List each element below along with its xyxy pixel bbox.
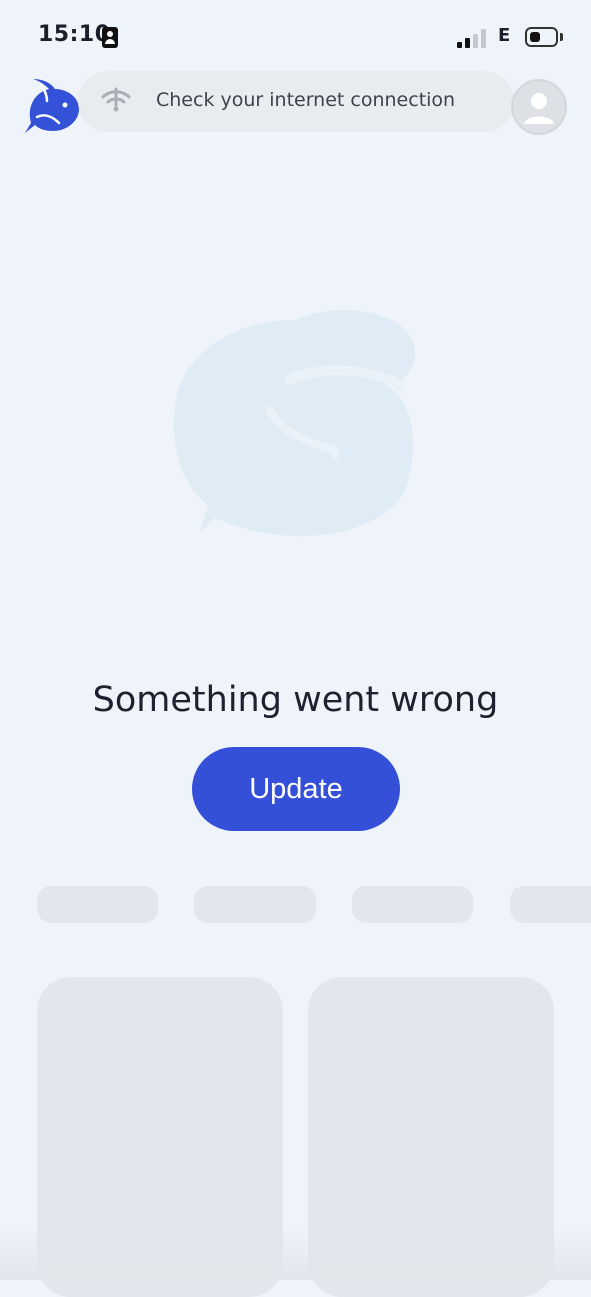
toast-message: Check your internet connection — [156, 89, 456, 111]
no-wifi-icon — [100, 85, 132, 117]
profile-button[interactable] — [511, 79, 567, 135]
update-button[interactable]: Update — [192, 747, 400, 831]
bottom-fade — [0, 1225, 591, 1280]
battery-cap — [560, 33, 563, 41]
battery-icon — [525, 27, 558, 47]
skeleton-tab — [352, 886, 473, 923]
skeleton-tab — [37, 886, 158, 923]
network-type: E — [498, 25, 511, 46]
connection-toast: Check your internet connection — [78, 71, 514, 131]
skeleton-tab — [510, 886, 591, 923]
user-avatar-icon — [514, 82, 564, 132]
skeleton-tab — [194, 886, 316, 923]
whale-logo-icon[interactable] — [23, 77, 83, 137]
whale-chat-bubble-icon — [170, 290, 425, 540]
status-bar: 15:10 E — [0, 0, 591, 70]
sim-card-icon — [102, 27, 118, 48]
error-title: Something went wrong — [92, 680, 499, 720]
status-time: 15:10 — [38, 22, 111, 47]
signal-strength-icon — [457, 28, 487, 48]
